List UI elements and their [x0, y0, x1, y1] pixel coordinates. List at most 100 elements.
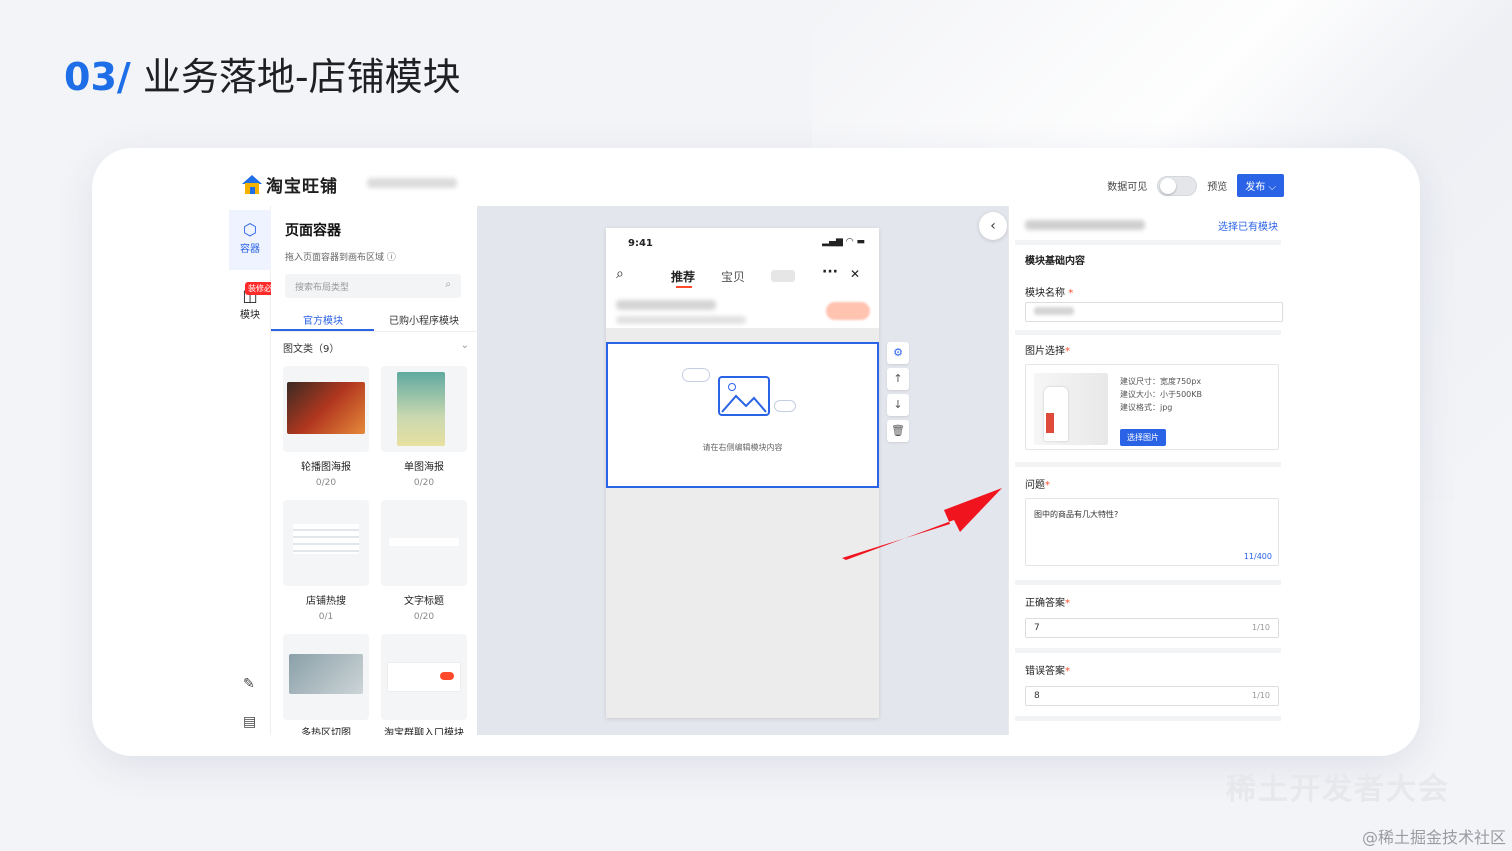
divider	[1015, 330, 1281, 335]
tile-count: 0/20	[413, 478, 435, 488]
required-mark: *	[1065, 346, 1070, 357]
data-visible-label: 数据可见	[1107, 182, 1148, 193]
correct-answer-input[interactable]: 7 1/10	[1025, 618, 1279, 638]
module-name-label: 模块名称 *	[1025, 284, 1073, 299]
search-icon[interactable]: ⌕	[616, 266, 624, 282]
rail-item-module[interactable]: 装修必备 ◫ 模块	[229, 282, 283, 326]
tile-label: 单图海报	[404, 462, 444, 473]
image-size-hint: 建议尺寸：宽度750px	[1120, 377, 1202, 386]
module-tile-hotspot[interactable]	[283, 634, 369, 720]
image-selector: 建议尺寸：宽度750px 建议大小：小于500KB 建议格式：jpg 选择图片	[1025, 364, 1279, 450]
image-format-hint: 建议格式：jpg	[1120, 403, 1173, 412]
question-char-count: 11/400	[1243, 552, 1272, 561]
search-icon[interactable]: ⌕	[445, 279, 451, 290]
gear-icon[interactable]: ⚙	[887, 342, 909, 364]
required-mark: *	[1045, 480, 1050, 491]
divider	[1015, 240, 1281, 245]
signal-battery-icon: ▂▄▆ ◠ ▬	[822, 237, 865, 247]
correct-label-text: 正确答案	[1025, 598, 1065, 609]
top-bar-actions: 数据可见 预览 发布 ⌵	[1107, 174, 1284, 197]
required-mark: *	[1068, 288, 1074, 299]
required-mark: *	[1065, 598, 1070, 609]
tab-underline	[676, 286, 692, 288]
question-value: 图中的商品有几大特性?	[1034, 510, 1119, 519]
data-visible-toggle[interactable]	[1157, 175, 1198, 196]
category-header[interactable]: 图文类（9）	[283, 340, 339, 355]
shop-name-blurred	[616, 300, 716, 310]
cloud-icon	[774, 400, 796, 412]
select-image-button[interactable]: 选择图片	[1120, 429, 1166, 446]
divider	[1015, 462, 1281, 467]
document-icon[interactable]: ▤	[243, 714, 256, 730]
cube-icon: ⬡	[243, 220, 257, 239]
tab-recommend[interactable]: 推荐	[671, 268, 695, 285]
module-tile-group-chat[interactable]	[381, 634, 467, 720]
slide-title: 03/ 业务落地-店铺模块	[64, 52, 461, 102]
publish-label: 发布	[1245, 182, 1266, 193]
phone-preview: 9:41 ▂▄▆ ◠ ▬ ⌕ 推荐 宝贝 ··· ✕ 请在右侧编辑模块内容	[606, 228, 879, 718]
image-placeholder-icon	[718, 376, 770, 416]
more-icon[interactable]: ···	[822, 264, 838, 280]
arrow-shape	[842, 488, 1002, 560]
panel-subtitle-text: 拖入页面容器到画布区域	[285, 253, 385, 263]
selected-module[interactable]: 请在右侧编辑模块内容	[606, 342, 879, 488]
module-tile-hot-search[interactable]	[283, 500, 369, 586]
wrong-answer-value: 8	[1034, 691, 1040, 701]
help-icon[interactable]: ⓘ	[387, 253, 396, 263]
correct-answer-value: 7	[1034, 623, 1040, 633]
image-select-label: 图片选择*	[1025, 342, 1070, 357]
shop-info-blurred	[616, 316, 746, 324]
tab-items[interactable]: 宝贝	[721, 268, 745, 285]
move-up-icon[interactable]: ↑	[887, 368, 909, 390]
trash-icon[interactable]: 🗑	[887, 420, 909, 442]
placeholder-text: 请在右侧编辑模块内容	[702, 443, 783, 452]
module-toolbar: ⚙ ↑ ↓ 🗑	[887, 342, 909, 446]
status-time: 9:41	[628, 238, 653, 249]
correct-char-count: 1/10	[1252, 623, 1270, 632]
image-select-label-text: 图片选择	[1025, 346, 1065, 357]
question-textarea[interactable]: 图中的商品有几大特性? 11/400	[1025, 498, 1279, 566]
rail-item-container[interactable]: ⬡ 容器	[229, 210, 271, 270]
component-panel: 页面容器 拖入页面容器到画布区域 ⓘ 搜索布局类型 ⌕ 官方模块 已购小程序模块…	[271, 206, 477, 735]
tile-label: 淘宝群聊入口模块	[384, 728, 464, 735]
image-filesize-hint: 建议大小：小于500KB	[1120, 390, 1203, 399]
publish-button[interactable]: 发布 ⌵	[1237, 174, 1284, 197]
correct-answer-label: 正确答案*	[1025, 594, 1070, 609]
module-tile-single-poster[interactable]	[381, 366, 467, 452]
wrong-answer-input[interactable]: 8 1/10	[1025, 686, 1279, 706]
drink-thumbnail	[397, 372, 445, 446]
search-placeholder: 搜索布局类型	[295, 283, 350, 293]
product-image-thumbnail	[1034, 373, 1108, 445]
cloud-icon	[682, 368, 710, 382]
list-thumbnail	[293, 524, 359, 554]
tile-label: 轮播图海报	[301, 462, 351, 473]
chevron-down-icon[interactable]: ⌄	[461, 340, 469, 351]
module-tabs: 官方模块 已购小程序模块	[271, 304, 477, 332]
tile-label: 多热区切图	[301, 728, 351, 735]
module-tile-text-title[interactable]	[381, 500, 467, 586]
chevron-down-icon: ⌵	[1268, 182, 1276, 193]
tile-label: 文字标题	[404, 596, 444, 607]
wrong-label-text: 错误答案	[1025, 666, 1065, 677]
divider	[1015, 716, 1281, 721]
move-down-icon[interactable]: ↓	[887, 394, 909, 416]
close-icon[interactable]: ✕	[850, 267, 860, 281]
group-thumbnail	[387, 662, 461, 692]
tile-label: 店铺热搜	[306, 596, 346, 607]
edit-icon[interactable]: ✎	[243, 676, 255, 692]
layout-search-input[interactable]: 搜索布局类型 ⌕	[285, 274, 461, 298]
top-bar: 淘宝旺铺 数据可见 预览 发布 ⌵	[229, 162, 1284, 206]
tab-purchased-modules[interactable]: 已购小程序模块	[389, 312, 459, 327]
required-mark: *	[1065, 666, 1070, 677]
chevron-left-icon[interactable]: ‹	[979, 212, 1007, 240]
conference-brand: 稀土开发者大会	[1226, 772, 1450, 807]
module-tile-carousel[interactable]	[283, 366, 369, 452]
store-editor-app: 淘宝旺铺 数据可见 预览 发布 ⌵ ⬡ 容器 装修必备 ◫ 模块 ✎ ▤ 页面容…	[229, 162, 1284, 735]
rail-container-label: 容器	[240, 244, 260, 255]
choose-existing-module-link[interactable]: 选择已有模块	[1218, 218, 1278, 233]
tab-official-modules[interactable]: 官方模块	[303, 312, 343, 327]
preview-link[interactable]: 预览	[1207, 178, 1227, 193]
tab-placeholder-pill	[771, 270, 795, 282]
module-name-input[interactable]	[1025, 302, 1283, 322]
red-arrow-annotation	[842, 488, 1002, 560]
